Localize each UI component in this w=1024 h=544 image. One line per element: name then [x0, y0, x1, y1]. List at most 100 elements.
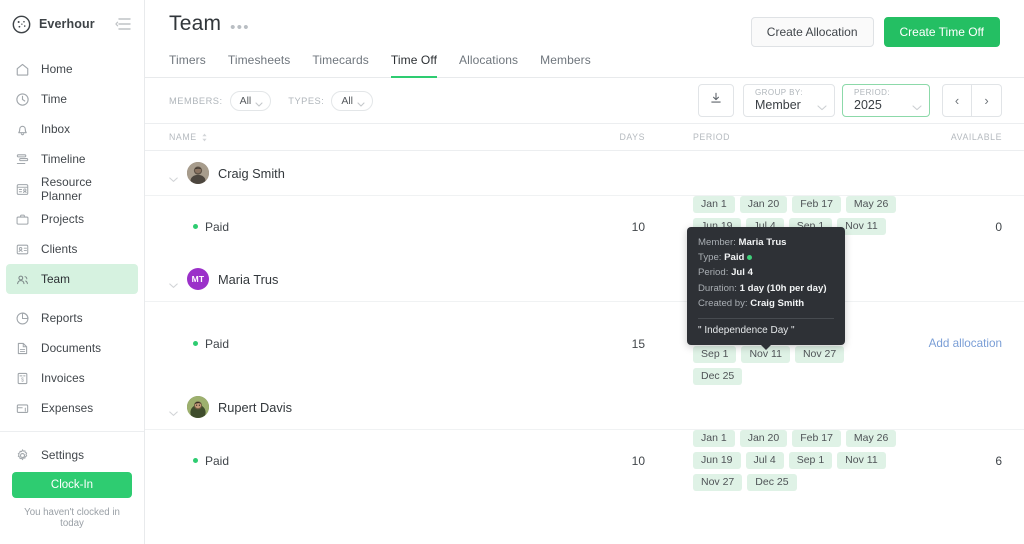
- app-root: Everhour Home Time Inbox Timeline Resour…: [0, 0, 1024, 544]
- tab-timers[interactable]: Timers: [169, 50, 206, 78]
- date-chip[interactable]: Jul 4: [745, 452, 784, 469]
- tab-timesheets[interactable]: Timesheets: [228, 50, 291, 78]
- date-chip[interactable]: Sep 1: [788, 452, 833, 469]
- tooltip-created-value: Craig Smith: [750, 297, 805, 309]
- date-chip[interactable]: Dec 25: [747, 474, 797, 491]
- period-label: PERIOD:: [854, 87, 891, 97]
- period-value: 2025: [854, 98, 882, 113]
- sidebar-item-label: Reports: [41, 311, 83, 325]
- sidebar-item-timeline[interactable]: Timeline: [6, 144, 138, 174]
- sidebar-item-team[interactable]: Team: [6, 264, 138, 294]
- days-value: 15: [631, 336, 645, 351]
- sidebar-item-label: Expenses: [41, 401, 94, 415]
- chevron-down-icon[interactable]: [169, 276, 178, 288]
- export-button[interactable]: [698, 84, 734, 117]
- sidebar-item-label: Timeline: [41, 152, 86, 166]
- sidebar-item-reports[interactable]: Reports: [6, 303, 138, 333]
- avatar-initials: MT: [191, 274, 205, 284]
- date-chip[interactable]: May 26: [845, 196, 897, 213]
- table-group-header[interactable]: Rupert Davis: [145, 385, 1024, 429]
- more-options-icon[interactable]: •••: [230, 14, 250, 35]
- period-navigation: ‹ ›: [942, 84, 1002, 117]
- types-filter-value: All: [341, 94, 354, 107]
- sidebar-item-label: Invoices: [41, 371, 85, 385]
- chevron-down-icon[interactable]: [169, 404, 178, 416]
- status-dot-icon: [193, 458, 198, 463]
- date-chip[interactable]: Dec 25: [693, 368, 743, 385]
- clock-in-button[interactable]: Clock-In: [12, 471, 132, 498]
- sidebar-item-invoices[interactable]: $ Invoices: [6, 363, 138, 393]
- clock-icon: [15, 92, 30, 107]
- document-icon: [15, 341, 30, 356]
- types-filter-label: TYPES:: [288, 95, 325, 106]
- invoice-icon: $: [15, 371, 30, 386]
- date-chip[interactable]: Nov 27: [693, 474, 743, 491]
- date-chip[interactable]: Jun 19: [693, 452, 741, 469]
- tab-timecards[interactable]: Timecards: [312, 50, 368, 78]
- members-filter-dropdown[interactable]: All: [229, 90, 272, 111]
- home-icon: [15, 62, 30, 77]
- previous-period-button[interactable]: ‹: [942, 84, 972, 117]
- sidebar-item-expenses[interactable]: Expenses: [6, 393, 138, 423]
- date-chip[interactable]: Jan 20: [739, 196, 788, 213]
- sidebar-item-settings[interactable]: Settings: [6, 440, 138, 470]
- date-chip[interactable]: Jan 1: [693, 430, 735, 447]
- sidebar-item-label: Home: [41, 62, 73, 76]
- date-chip[interactable]: Nov 27: [794, 346, 845, 363]
- tooltip-member-line: Member: Maria Trus: [698, 235, 834, 250]
- brand-name: Everhour: [39, 17, 95, 31]
- members-filter: MEMBERS: All: [169, 90, 272, 111]
- date-chip[interactable]: May 26: [845, 430, 897, 447]
- sidebar-item-clients[interactable]: Clients: [6, 234, 138, 264]
- chevron-down-icon: [817, 98, 827, 111]
- group-by-dropdown[interactable]: GROUP BY: Member: [743, 84, 835, 117]
- tooltip-duration-value: 1 day (10h per day): [739, 282, 827, 294]
- sidebar-nav: Home Time Inbox Timeline Resource Planne…: [0, 48, 144, 470]
- tooltip-type-label: Type:: [698, 252, 722, 264]
- column-header-name-wrap[interactable]: NAME: [169, 132, 539, 142]
- tab-time-off[interactable]: Time Off: [390, 50, 438, 78]
- date-chip[interactable]: Sep 1: [693, 346, 737, 363]
- sidebar-item-documents[interactable]: Documents: [6, 333, 138, 363]
- period-chips: Jan 1 Jan 20 Feb 17 May 26 Jun 19 Jul 4 …: [645, 430, 936, 491]
- chevron-down-icon[interactable]: [169, 170, 178, 182]
- tooltip-member-value: Maria Trus: [738, 237, 787, 248]
- sidebar-item-inbox[interactable]: Inbox: [6, 114, 138, 144]
- date-chip[interactable]: Nov 11: [837, 452, 886, 469]
- date-chip[interactable]: Jan 1: [693, 196, 735, 213]
- toolbar-right-controls: GROUP BY: Member PERIOD: 2025 ‹ ›: [698, 84, 1002, 117]
- tooltip-divider: [698, 318, 834, 320]
- members-filter-label: MEMBERS:: [169, 95, 223, 106]
- sidebar-item-time[interactable]: Time: [6, 84, 138, 114]
- add-allocation-link[interactable]: Add allocation: [882, 337, 1002, 350]
- period-dropdown[interactable]: PERIOD: 2025: [842, 84, 930, 117]
- sidebar-item-home[interactable]: Home: [6, 54, 138, 84]
- collapse-sidebar-icon[interactable]: [115, 17, 132, 31]
- sidebar-item-resource-planner[interactable]: Resource Planner: [6, 174, 138, 204]
- tooltip-period-value: Jul 4: [731, 267, 753, 279]
- tab-members[interactable]: Members: [540, 50, 591, 78]
- date-chip[interactable]: Jan 20: [739, 430, 788, 447]
- tooltip-duration-line: Duration: 1 day (10h per day): [698, 281, 834, 296]
- member-name: Rupert Davis: [218, 399, 292, 415]
- tab-allocations[interactable]: Allocations: [459, 50, 518, 78]
- create-time-off-button[interactable]: Create Time Off: [883, 17, 1000, 47]
- clock-in-status-text: You haven't clocked in today: [24, 506, 120, 530]
- sidebar-item-projects[interactable]: Projects: [6, 204, 138, 234]
- create-allocation-button[interactable]: Create Allocation: [750, 17, 874, 47]
- date-chip[interactable]: Feb 17: [792, 196, 841, 213]
- next-period-button[interactable]: ›: [972, 84, 1002, 117]
- wallet-icon: [15, 401, 30, 416]
- status-dot-icon: [193, 341, 198, 346]
- table-group-header[interactable]: MT Maria Trus: [145, 257, 1024, 301]
- sidebar-item-label: Resource Planner: [41, 175, 92, 203]
- types-filter-dropdown[interactable]: All: [331, 90, 374, 111]
- table-group-header[interactable]: Craig Smith: [145, 151, 1024, 195]
- gear-icon: [15, 448, 30, 463]
- sidebar-item-label: Team: [41, 272, 71, 286]
- page-header: Team ••• Create Allocation Create Time O…: [145, 0, 1024, 78]
- period-text: PERIOD: 2025: [854, 87, 891, 113]
- table-row: Paid 15 Jan 1 Jan 20 Feb 17 May 26 Jun 1…: [145, 301, 1024, 385]
- date-chip[interactable]: Feb 17: [792, 430, 841, 447]
